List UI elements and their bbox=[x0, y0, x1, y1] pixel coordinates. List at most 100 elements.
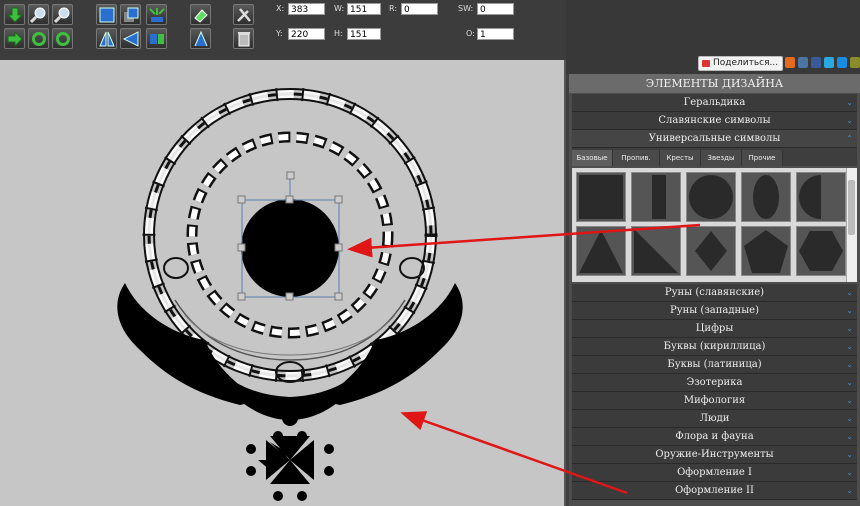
mail-icon[interactable] bbox=[837, 57, 847, 68]
y-field[interactable]: 220 bbox=[288, 28, 325, 40]
category-heraldry[interactable]: Геральдика ⌄ bbox=[572, 94, 857, 112]
sw-label: SW: bbox=[458, 4, 474, 13]
erase-button[interactable] bbox=[190, 4, 211, 25]
rotation-field[interactable]: 0 bbox=[401, 3, 438, 15]
category-item[interactable]: Мифология ⌄ bbox=[572, 392, 857, 410]
group-button[interactable] bbox=[146, 28, 167, 49]
category-label: Универсальные символы bbox=[648, 133, 781, 144]
chevron-down-icon: ⌄ bbox=[846, 468, 853, 477]
shape-ellipse[interactable] bbox=[741, 172, 791, 222]
category-item[interactable]: Флора и фауна ⌄ bbox=[572, 428, 857, 446]
text-button[interactable] bbox=[190, 28, 211, 49]
chevron-down-icon: ⌄ bbox=[846, 288, 853, 297]
category-item[interactable]: Цифры ⌄ bbox=[572, 320, 857, 338]
triangle-icon bbox=[579, 230, 623, 273]
h-label: H: bbox=[334, 29, 343, 38]
category-item[interactable]: Буквы (латиница) ⌄ bbox=[572, 356, 857, 374]
category-item[interactable]: Оформление I ⌄ bbox=[572, 464, 857, 482]
vk-icon[interactable] bbox=[798, 57, 808, 68]
move-right-button[interactable] bbox=[4, 28, 25, 49]
shape-half-square[interactable] bbox=[631, 172, 681, 222]
stroke-width-field[interactable]: 0 bbox=[477, 3, 514, 15]
shape-grid-scrollbar[interactable] bbox=[846, 168, 857, 282]
rotate-icon bbox=[56, 32, 70, 46]
design-canvas[interactable] bbox=[0, 60, 566, 506]
chevron-down-icon: ⌄ bbox=[846, 306, 853, 315]
category-item[interactable]: Руны (славянские) ⌄ bbox=[572, 284, 857, 302]
category-universal-symbols[interactable]: Универсальные символы ⌃ bbox=[572, 130, 857, 148]
category-label: Славянские символы bbox=[658, 115, 771, 126]
share-label: Поделиться... bbox=[713, 58, 779, 68]
shape-grid bbox=[572, 168, 857, 282]
zoom-in-button[interactable] bbox=[28, 4, 49, 25]
shape-circle[interactable] bbox=[686, 172, 736, 222]
category-item[interactable]: Люди ⌄ bbox=[572, 410, 857, 428]
pentagon-icon bbox=[744, 230, 788, 273]
height-field[interactable]: 151 bbox=[347, 28, 381, 40]
hexagon-icon bbox=[799, 231, 843, 271]
chevron-down-icon: ⌄ bbox=[846, 98, 853, 107]
chevron-down-icon: ⌄ bbox=[846, 396, 853, 405]
category-label: Оружие-Инструменты bbox=[655, 449, 774, 460]
chevron-down-icon: ⌄ bbox=[846, 116, 853, 125]
chevron-up-icon: ⌃ bbox=[846, 134, 853, 143]
delete-button[interactable] bbox=[233, 28, 254, 49]
shape-diamond[interactable] bbox=[686, 226, 736, 276]
tab-proportional[interactable]: Пропив. bbox=[613, 150, 660, 166]
chevron-down-icon: ⌄ bbox=[846, 378, 853, 387]
category-label: Буквы (кириллица) bbox=[663, 341, 766, 352]
tab-basic[interactable]: Базовые bbox=[572, 150, 613, 166]
r-label: R: bbox=[389, 4, 398, 13]
align-button[interactable] bbox=[146, 4, 167, 25]
chevron-down-icon: ⌄ bbox=[846, 324, 853, 333]
flip-vertical-icon bbox=[99, 31, 115, 47]
chevron-down-icon: ⌄ bbox=[846, 360, 853, 369]
shape-pentagon[interactable] bbox=[741, 226, 791, 276]
category-slavic-symbols[interactable]: Славянские символы ⌄ bbox=[572, 112, 857, 130]
tab-crosses[interactable]: Кресты bbox=[660, 150, 701, 166]
right-triangle-icon bbox=[634, 229, 678, 273]
scrollbar-thumb[interactable] bbox=[848, 180, 855, 235]
y-label: Y: bbox=[276, 29, 283, 38]
category-label: Оформление II bbox=[675, 485, 754, 496]
bring-front-button[interactable] bbox=[96, 4, 117, 25]
shape-hexagon[interactable] bbox=[796, 226, 846, 276]
share-icon bbox=[702, 60, 710, 67]
settings-button[interactable] bbox=[233, 4, 254, 25]
chevron-down-icon: ⌄ bbox=[846, 414, 853, 423]
shape-right-triangle[interactable] bbox=[631, 226, 681, 276]
facebook-icon[interactable] bbox=[811, 57, 821, 68]
x-field[interactable]: 383 bbox=[288, 3, 325, 15]
twitter-icon[interactable] bbox=[824, 57, 834, 68]
shape-square[interactable] bbox=[576, 172, 626, 222]
emblem-drawing[interactable] bbox=[0, 60, 566, 506]
category-label: Цифры bbox=[695, 323, 734, 334]
flip-horizontal-icon bbox=[122, 31, 139, 47]
shape-triangle[interactable] bbox=[576, 226, 626, 276]
align-icon bbox=[149, 8, 165, 22]
flip-horizontal-button[interactable] bbox=[120, 28, 141, 49]
category-item[interactable]: Оружие-Инструменты ⌄ bbox=[572, 446, 857, 464]
category-item[interactable]: Буквы (кириллица) ⌄ bbox=[572, 338, 857, 356]
rotate-left-button[interactable] bbox=[28, 28, 49, 49]
tab-stars[interactable]: Звезды bbox=[701, 150, 742, 166]
zoom-out-button[interactable] bbox=[52, 4, 73, 25]
width-field[interactable]: 151 bbox=[347, 3, 381, 15]
rotate-right-button[interactable] bbox=[52, 28, 73, 49]
share-button[interactable]: Поделиться... bbox=[698, 56, 784, 71]
tab-other[interactable]: Прочие bbox=[742, 150, 783, 166]
send-back-button[interactable] bbox=[120, 4, 141, 25]
opacity-field[interactable]: 1 bbox=[477, 28, 514, 40]
shape-half-circle[interactable] bbox=[796, 172, 846, 222]
category-item[interactable]: Оформление II ⌄ bbox=[572, 482, 857, 500]
category-item[interactable]: Руны (западные) ⌄ bbox=[572, 302, 857, 320]
chevron-down-icon: ⌄ bbox=[846, 450, 853, 459]
more-share-icon[interactable] bbox=[850, 57, 860, 68]
move-down-button[interactable] bbox=[4, 4, 25, 25]
flip-vertical-button[interactable] bbox=[96, 28, 117, 49]
odnoklassniki-icon[interactable] bbox=[785, 57, 795, 68]
category-item[interactable]: Эзотерика ⌄ bbox=[572, 374, 857, 392]
selected-circle-shape[interactable] bbox=[241, 199, 339, 297]
diamond-icon bbox=[695, 231, 727, 271]
trash-icon bbox=[238, 32, 250, 47]
